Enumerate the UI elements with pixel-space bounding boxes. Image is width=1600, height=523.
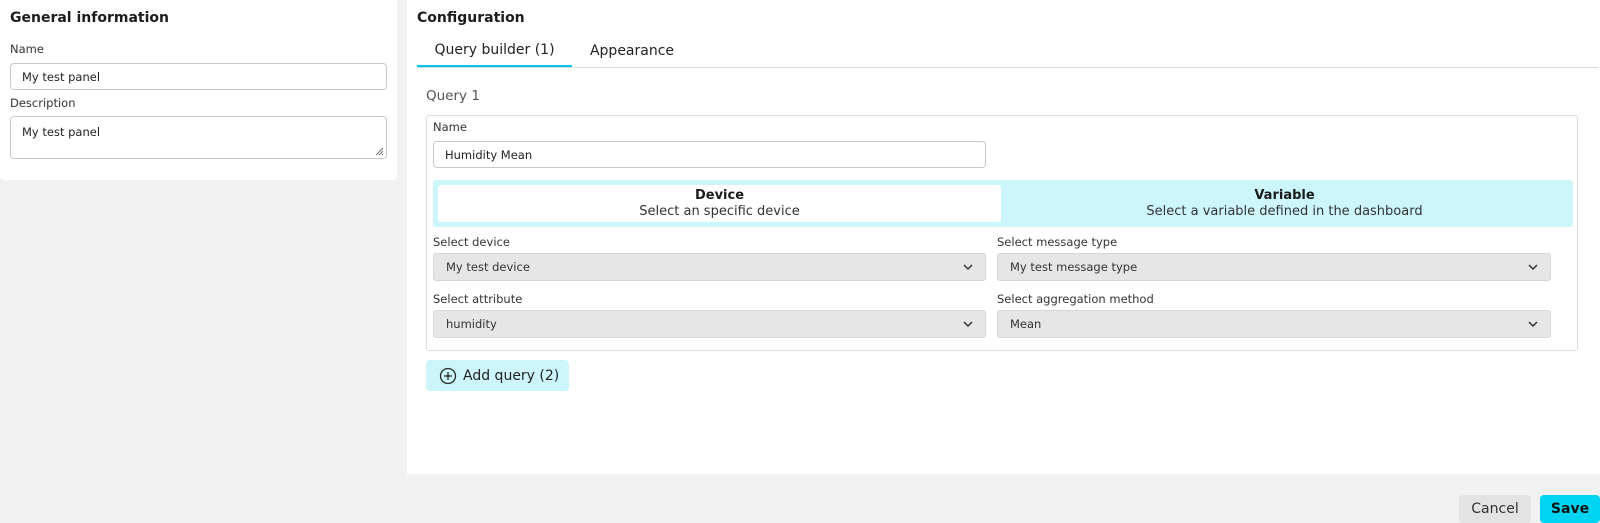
chevron-down-icon [963,264,973,271]
query-name-value: Humidity Mean [445,147,533,162]
source-option-device-title: Device [694,187,745,203]
panel-name-value: My test panel [22,69,101,84]
select-message-type-label: Select message type [997,235,1118,249]
add-query-label: Add query (2) [463,367,560,384]
chevron-down-icon [1528,264,1538,271]
select-device-value: My test device [446,260,530,274]
cancel-button[interactable]: Cancel [1459,495,1531,523]
plus-circle-icon [439,367,457,384]
tabs-divider [417,67,1598,68]
configuration-title: Configuration [417,10,525,26]
panel-description-label: Description [10,96,76,110]
query-title: Query 1 [426,88,480,104]
query-card: Name Humidity Mean Device Select an spec… [426,115,1578,351]
tab-appearance[interactable]: Appearance [572,43,692,59]
select-message-type-value: My test message type [1010,260,1138,274]
source-toggle: Device Select an specific device Variabl… [433,180,1573,227]
query-name-label: Name [433,120,467,134]
select-attribute-value: humidity [446,317,497,331]
select-attribute-dropdown[interactable]: humidity [433,310,986,338]
configuration-card: Configuration Query builder (1) Appearan… [407,0,1600,474]
select-aggregation-value: Mean [1010,317,1042,331]
select-aggregation-dropdown[interactable]: Mean [997,310,1551,338]
panel-name-label: Name [10,42,44,56]
general-information-title: General information [10,10,169,26]
query-name-input[interactable]: Humidity Mean [433,141,986,168]
source-option-variable[interactable]: Variable Select a variable defined in th… [1001,185,1568,222]
resize-grip-icon[interactable] [375,147,384,156]
add-query-button[interactable]: Add query (2) [426,360,569,391]
panel-name-input[interactable]: My test panel [10,63,387,90]
panel-description-textarea[interactable]: My test panel [10,116,387,159]
select-device-label: Select device [433,235,510,249]
active-tab-indicator [417,65,572,67]
chevron-down-icon [1528,321,1538,328]
source-option-variable-title: Variable [1254,187,1315,203]
chevron-down-icon [963,321,973,328]
tab-query-builder[interactable]: Query builder (1) [417,42,572,58]
select-aggregation-label: Select aggregation method [997,292,1154,306]
source-option-device-subtitle: Select an specific device [639,203,800,219]
save-button[interactable]: Save [1540,495,1600,523]
select-message-type-dropdown[interactable]: My test message type [997,253,1551,281]
panel-description-value: My test panel [22,125,101,139]
source-option-variable-subtitle: Select a variable defined in the dashboa… [1146,203,1423,219]
select-attribute-label: Select attribute [433,292,523,306]
source-option-device[interactable]: Device Select an specific device [438,185,1001,222]
select-device-dropdown[interactable]: My test device [433,253,986,281]
general-information-card: General information Name My test panel D… [0,0,397,180]
